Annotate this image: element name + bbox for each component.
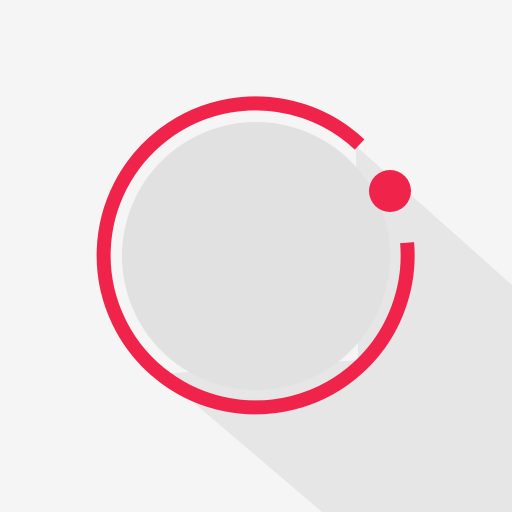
inner-disc	[122, 122, 390, 390]
app-icon	[0, 0, 512, 512]
ring-logo-icon	[0, 0, 512, 512]
red-dot	[369, 170, 411, 212]
